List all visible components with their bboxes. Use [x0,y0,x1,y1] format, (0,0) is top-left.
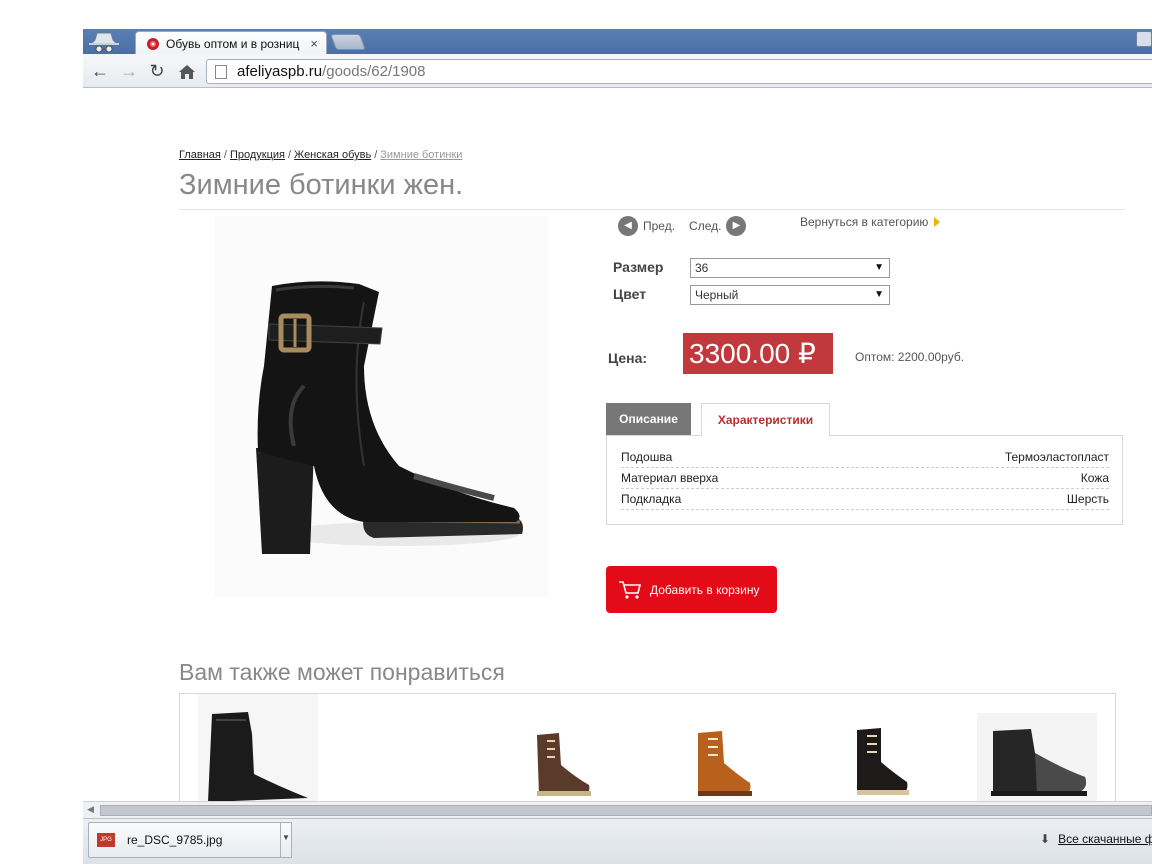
title-divider [179,209,1125,210]
size-value: 36 [695,261,709,275]
breadcrumb-separator: / [374,149,378,161]
spec-row: Подошва Термоэластопласт [621,447,1109,468]
show-all-downloads-link[interactable]: ⬇ Все скачанные ф [1040,832,1152,846]
breadcrumb-separator: / [287,149,292,161]
spec-key: Материал вверха [621,471,719,485]
related-product-image[interactable] [686,725,756,799]
browser-titlebar: Обувь оптом и в розниц × [83,29,1152,55]
back-to-category-label: Вернуться в категорию [800,215,929,229]
breadcrumb-womens-shoes[interactable]: Женская обувь [294,149,371,161]
page-icon [215,64,227,79]
breadcrumb: Главная / Продукция / Женская обувь / Зимние б… [179,149,462,161]
rose-favicon-icon [147,37,159,50]
forward-icon[interactable]: → [118,61,140,83]
price-label: Цена: [608,350,648,366]
color-label: Цвет [613,286,647,302]
download-arrow-icon: ⬇ [1040,832,1051,846]
product-pager: ◀ Пред. След. ▶ [618,216,747,236]
address-bar[interactable]: afeliyaspb.ru /goods/62/1908 [206,59,1152,84]
tab-title: Обувь оптом и в розниц [166,36,300,51]
home-icon[interactable] [176,61,198,83]
back-to-category-link[interactable]: Вернуться в категорию [800,215,941,229]
wholesale-price: Оптом: 2200.00руб. [855,350,965,364]
jpg-file-icon: JPG [97,833,115,847]
add-to-cart-button[interactable]: Добавить в корзину [606,566,777,613]
incognito-icon [89,32,119,53]
url-path: /goods/62/1908 [322,63,426,80]
size-select[interactable]: 36 ▼ [690,258,890,278]
page-title: Зимние ботинки жен. [179,169,464,201]
color-select[interactable]: Черный ▼ [690,285,890,305]
show-all-downloads-label: Все скачанные ф [1058,832,1152,846]
related-product-image[interactable] [843,722,913,798]
prev-link[interactable]: Пред. [643,219,675,233]
spec-row: Материал вверха Кожа [621,468,1109,489]
spec-key: Подкладка [621,492,682,506]
downloads-bar: JPG re_DSC_9785.jpg ▼ ⬇ Все скачанные ф [83,818,1152,864]
download-menu-arrow-icon[interactable]: ▼ [280,822,292,858]
scroll-left-icon[interactable]: ◀ [87,804,94,815]
dropdown-arrow-icon: ▼ [874,262,884,273]
related-product-image[interactable] [525,725,595,799]
back-icon[interactable]: ← [89,61,111,83]
spec-value: Шерсть [1066,492,1109,506]
product-image[interactable] [214,216,549,597]
next-arrow-icon[interactable]: ▶ [726,216,747,236]
browser-tab-active[interactable]: Обувь оптом и в розниц × [135,31,327,55]
scrollbar-thumb[interactable] [100,805,1152,816]
desktop-margin [0,0,83,864]
new-tab-button[interactable] [330,34,366,50]
related-title: Вам также может понравиться [179,659,505,685]
window-minimize-button[interactable] [1136,31,1152,47]
tab-description[interactable]: Описание [606,403,691,435]
tab-close-icon[interactable]: × [310,36,318,51]
spec-value: Термоэластопласт [1004,450,1109,464]
dropdown-arrow-icon: ▼ [874,289,884,300]
related-carousel [179,693,1116,813]
size-label: Размер [613,259,664,275]
download-filename: re_DSC_9785.jpg [127,833,223,847]
spec-value: Кожа [1080,471,1109,485]
next-link[interactable]: След. [689,219,721,233]
specs-panel: Подошва Термоэластопласт Материал вверха… [606,435,1123,525]
breadcrumb-current[interactable]: Зимние ботинки [380,149,462,161]
browser-toolbar: ← → ↻ afeliyaspb.ru /goods/62/1908 [83,54,1152,88]
spec-row: Подкладка Шерсть [621,489,1109,510]
download-item[interactable]: JPG re_DSC_9785.jpg [88,822,291,858]
horizontal-scrollbar[interactable]: ◀ [83,801,1152,818]
cart-icon [619,580,642,599]
related-product-image[interactable] [977,713,1097,801]
related-product-image[interactable] [198,694,318,802]
add-to-cart-label: Добавить в корзину [650,582,760,597]
color-value: Черный [695,288,739,302]
breadcrumb-separator: / [223,149,227,161]
reload-icon[interactable]: ↻ [146,61,168,83]
triangle-right-icon [934,217,941,227]
breadcrumb-home[interactable]: Главная [179,149,221,161]
tab-characteristics[interactable]: Характеристики [701,403,830,436]
spec-key: Подошва [621,450,673,464]
url-host: afeliyaspb.ru [237,63,323,80]
price-value: 3300.00 ₽ [683,333,833,374]
breadcrumb-products[interactable]: Продукция [230,149,285,161]
prev-arrow-icon[interactable]: ◀ [618,216,638,236]
